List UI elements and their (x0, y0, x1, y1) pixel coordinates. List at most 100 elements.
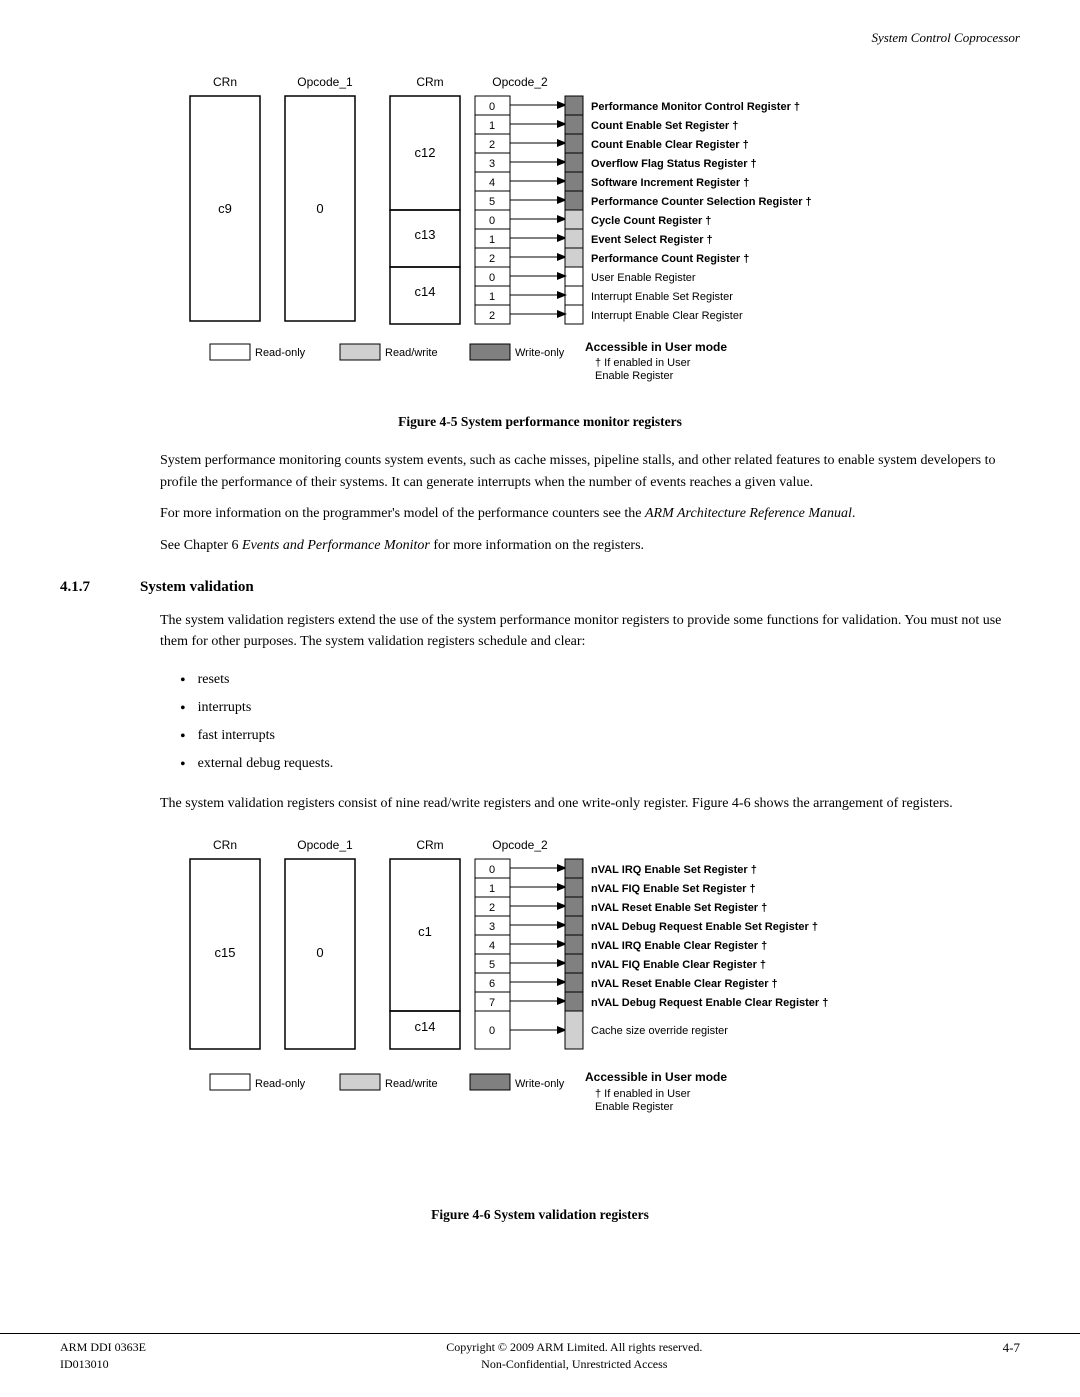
svg-text:nVAL Reset Enable Set Register: nVAL Reset Enable Set Register † (591, 902, 767, 914)
paragraph-4: The system validation registers extend t… (160, 610, 1020, 653)
svg-text:Interrupt Enable Set Register: Interrupt Enable Set Register (591, 291, 733, 303)
svg-text:Cache size override register: Cache size override register (591, 1025, 728, 1037)
svg-text:Performance Monitor Control Re: Performance Monitor Control Register † (591, 101, 800, 113)
svg-text:0: 0 (489, 272, 495, 284)
svg-text:3: 3 (489, 158, 495, 170)
svg-text:0: 0 (316, 201, 323, 216)
svg-text:7: 7 (489, 997, 495, 1009)
svg-text:c1: c1 (418, 924, 432, 939)
svg-text:Enable Register: Enable Register (595, 1101, 674, 1113)
svg-text:nVAL Debug Request Enable Clea: nVAL Debug Request Enable Clear Register… (591, 997, 828, 1009)
svg-text:User Enable Register: User Enable Register (591, 272, 696, 284)
svg-text:Overflow Flag Status Register: Overflow Flag Status Register † (591, 158, 757, 170)
svg-text:† If enabled in User: † If enabled in User (595, 1088, 691, 1100)
footer-doc-id: ARM DDI 0363E (60, 1340, 146, 1355)
svg-text:2: 2 (489, 310, 495, 322)
svg-text:0: 0 (489, 864, 495, 876)
svg-text:4: 4 (489, 177, 495, 189)
svg-text:CRn: CRn (213, 75, 237, 89)
bullet-list: resets interrupts fast interrupts extern… (180, 667, 1020, 779)
svg-text:Software Increment Register †: Software Increment Register † (591, 177, 749, 189)
footer-access: Non-Confidential, Unrestricted Access (446, 1357, 702, 1372)
svg-text:Count Enable Clear Register †: Count Enable Clear Register † (591, 139, 749, 151)
text2-italic: ARM Architecture Reference Manual (645, 506, 852, 521)
paragraph-1: System performance monitoring counts sys… (160, 450, 1020, 493)
svg-text:Event Select Register †: Event Select Register † (591, 234, 713, 246)
svg-text:CRm: CRm (416, 838, 443, 852)
paragraph-3: See Chapter 6 Events and Performance Mon… (160, 535, 1020, 557)
section-heading: 4.1.7 System validation (60, 579, 1020, 596)
svg-text:2: 2 (489, 902, 495, 914)
bullet-item-interrupts: interrupts (180, 695, 1020, 723)
page-header: System Control Coprocessor (0, 0, 1080, 56)
svg-text:4: 4 (489, 940, 495, 952)
figure6-container: CRn Opcode_1 CRm Opcode_2 c15 0 c1 c14 (60, 829, 1020, 1223)
svg-text:5: 5 (489, 959, 495, 971)
text-block-2: The system validation registers extend t… (60, 610, 1020, 653)
svg-text:1: 1 (489, 234, 495, 246)
svg-text:Read/write: Read/write (385, 1078, 438, 1090)
svg-text:6: 6 (489, 978, 495, 990)
bullet-item-resets: resets (180, 667, 1020, 695)
svg-text:2: 2 (489, 253, 495, 265)
svg-text:c14: c14 (415, 284, 436, 299)
svg-text:nVAL FIQ Enable Set Register †: nVAL FIQ Enable Set Register † (591, 883, 756, 895)
svg-text:Opcode_1: Opcode_1 (297, 75, 353, 89)
footer-page-number: 4-7 (1003, 1340, 1020, 1356)
svg-text:CRm: CRm (416, 75, 443, 89)
svg-text:nVAL IRQ Enable Clear Register: nVAL IRQ Enable Clear Register † (591, 940, 767, 952)
svg-text:c13: c13 (415, 227, 436, 242)
svg-text:nVAL Debug Request Enable Set: nVAL Debug Request Enable Set Register † (591, 921, 818, 933)
svg-text:3: 3 (489, 921, 495, 933)
bullet-text: interrupts (198, 697, 252, 721)
svg-text:CRn: CRn (213, 838, 237, 852)
svg-text:Opcode_1: Opcode_1 (297, 838, 353, 852)
svg-text:Accessible in User mode: Accessible in User mode (585, 340, 727, 354)
figure5-container: CRn Opcode_1 CRm Opcode_2 c9 0 c12 (60, 66, 1020, 430)
figure5-caption: Figure 4-5 System performance monitor re… (398, 414, 682, 430)
svg-text:Performance Counter Selection: Performance Counter Selection Register † (591, 196, 812, 208)
svg-text:Interrupt Enable Clear Registe: Interrupt Enable Clear Register (591, 310, 743, 322)
svg-text:0: 0 (489, 1025, 495, 1037)
svg-text:c15: c15 (215, 945, 236, 960)
text-block-1: System performance monitoring counts sys… (60, 450, 1020, 557)
page-footer: ARM DDI 0363E ID013010 Copyright © 2009 … (0, 1333, 1080, 1372)
figure6-diagram: CRn Opcode_1 CRm Opcode_2 c15 0 c1 c14 (165, 829, 915, 1199)
text3-italic: Events and Performance Monitor (242, 538, 430, 553)
main-content: CRn Opcode_1 CRm Opcode_2 c9 0 c12 (0, 66, 1080, 1303)
figure6-caption: Figure 4-6 System validation registers (431, 1207, 649, 1223)
bullet-text: external debug requests. (198, 753, 334, 777)
svg-text:0: 0 (489, 215, 495, 227)
text3: See Chapter 6 (160, 538, 239, 553)
svg-text:Opcode_2: Opcode_2 (492, 75, 548, 89)
svg-text:c9: c9 (218, 201, 232, 216)
page: System Control Coprocessor CRn Opcode_1 … (0, 0, 1080, 1397)
svg-text:1: 1 (489, 291, 495, 303)
svg-text:Read-only: Read-only (255, 347, 306, 359)
svg-text:Performance Count Register †: Performance Count Register † (591, 253, 749, 265)
bullet-item-external: external debug requests. (180, 751, 1020, 779)
svg-text:2: 2 (489, 139, 495, 151)
svg-text:Read/write: Read/write (385, 347, 438, 359)
footer-copyright: Copyright © 2009 ARM Limited. All rights… (446, 1340, 702, 1355)
svg-text:Write-only: Write-only (515, 1078, 565, 1090)
svg-text:0: 0 (489, 101, 495, 113)
paragraph-5: The system validation registers consist … (160, 793, 1020, 815)
text2: For more information on the programmer's… (160, 506, 641, 521)
svg-text:Opcode_2: Opcode_2 (492, 838, 548, 852)
svg-text:5: 5 (489, 196, 495, 208)
svg-text:0: 0 (316, 945, 323, 960)
bullet-item-fast-interrupts: fast interrupts (180, 723, 1020, 751)
bullet-text: fast interrupts (198, 725, 275, 749)
svg-text:Enable Register: Enable Register (595, 370, 674, 382)
svg-text:c12: c12 (415, 145, 436, 160)
text-block-3: The system validation registers consist … (60, 793, 1020, 815)
bullet-text: resets (198, 669, 230, 693)
svg-text:Write-only: Write-only (515, 347, 565, 359)
footer-id2: ID013010 (60, 1357, 146, 1372)
svg-text:nVAL IRQ Enable Set Register †: nVAL IRQ Enable Set Register † (591, 864, 757, 876)
svg-text:nVAL Reset Enable Clear Regist: nVAL Reset Enable Clear Register † (591, 978, 778, 990)
svg-text:1: 1 (489, 883, 495, 895)
svg-text:† If enabled in User: † If enabled in User (595, 357, 691, 369)
svg-text:Count Enable Set Register †: Count Enable Set Register † (591, 120, 738, 132)
